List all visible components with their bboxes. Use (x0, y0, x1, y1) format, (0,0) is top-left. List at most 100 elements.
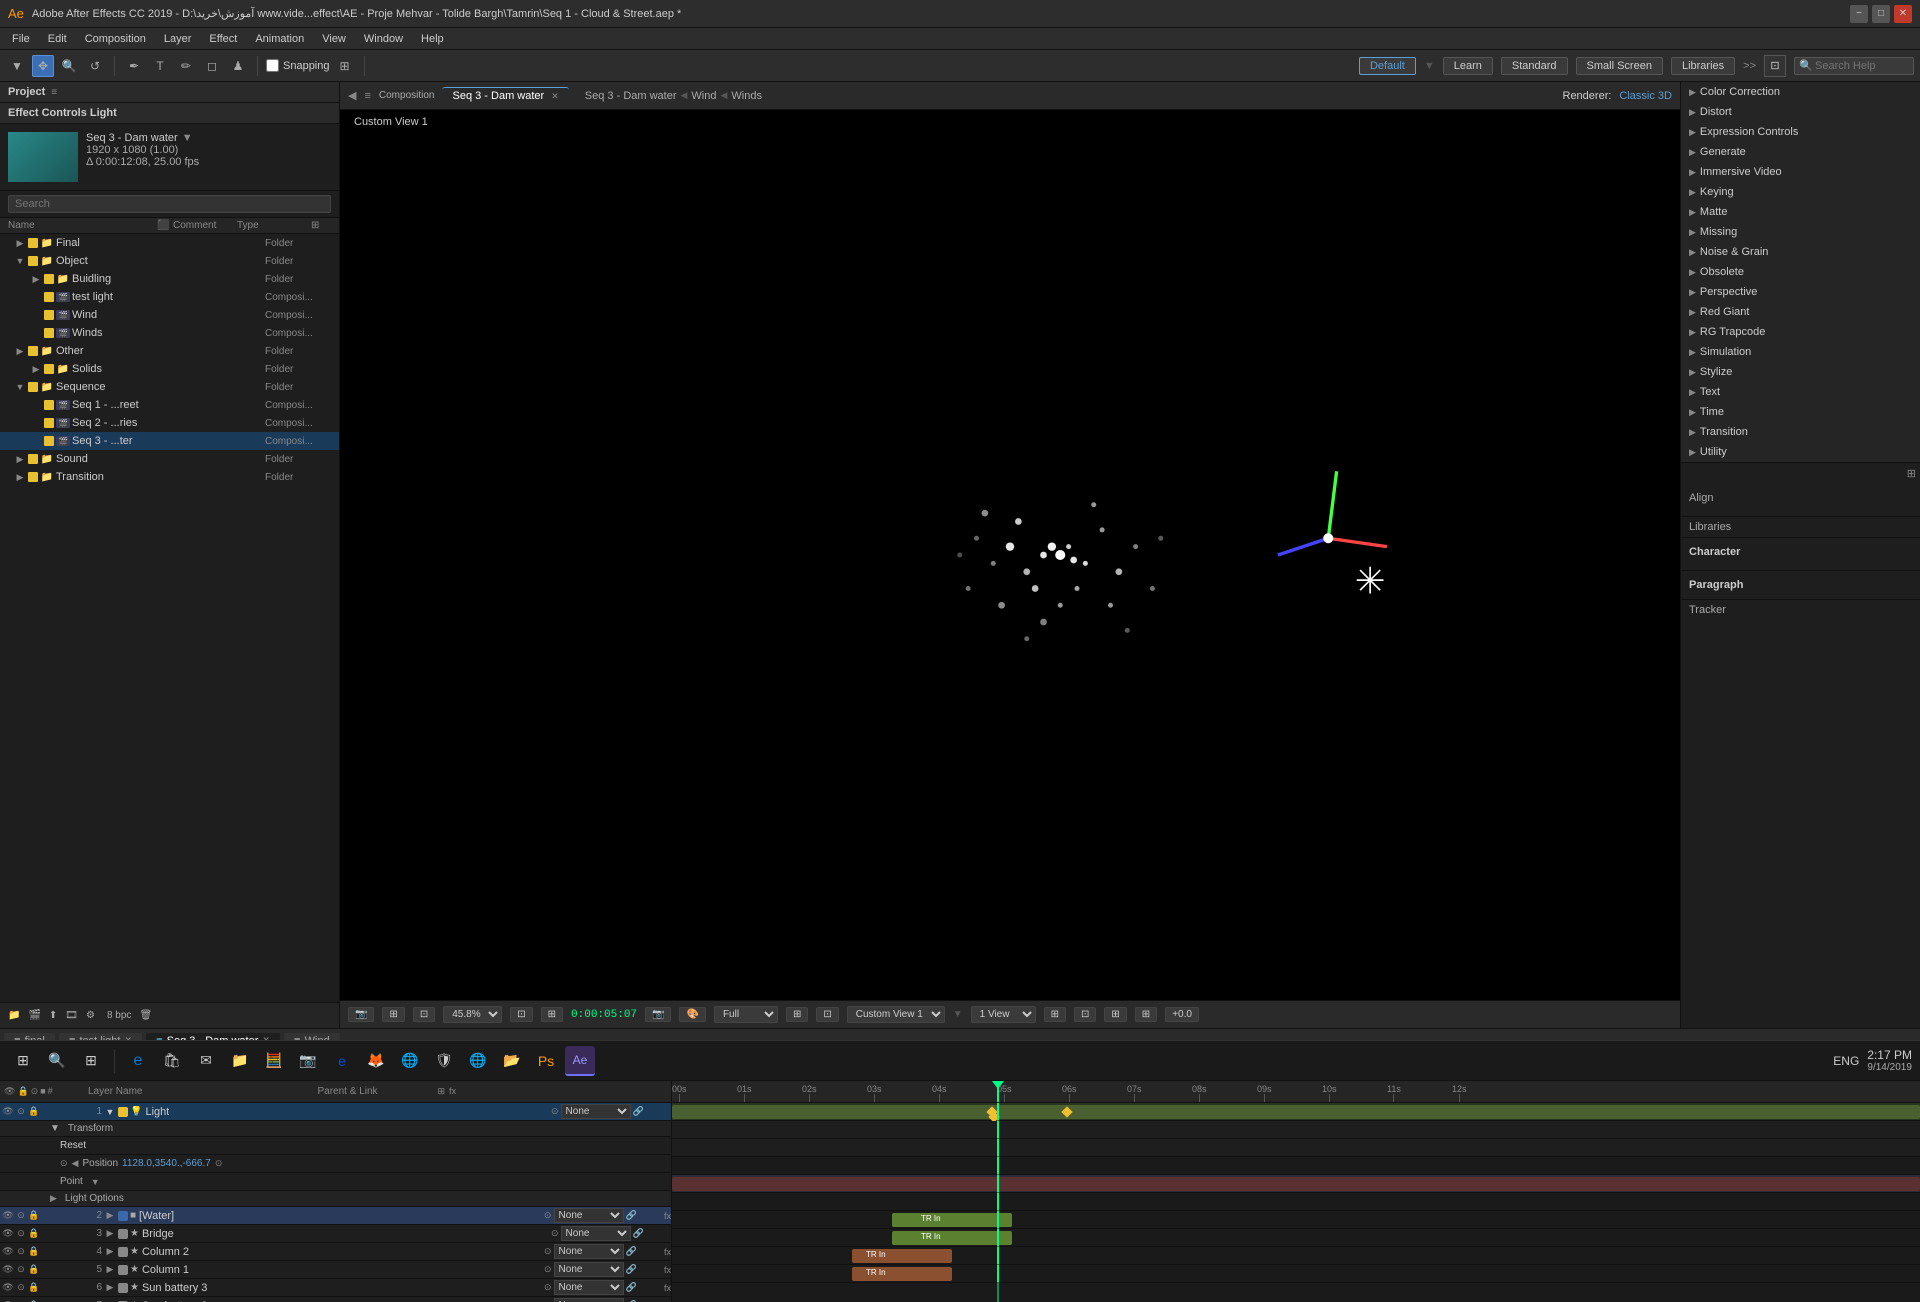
layer-2-parent-select[interactable]: None (554, 1208, 624, 1223)
time-header[interactable]: ▶ Time (1681, 402, 1920, 422)
layer-6-solo[interactable]: ⊙ (15, 1282, 27, 1294)
tool-puppet[interactable]: ♟ (227, 55, 249, 77)
vc-snap-btn[interactable]: ⊞ (541, 1007, 563, 1022)
tree-item-winds[interactable]: ▶ 🎬 Winds Composi... (0, 324, 339, 342)
utility-header[interactable]: ▶ Utility (1681, 442, 1920, 462)
color-correction-header[interactable]: ▶ Color Correction (1681, 82, 1920, 102)
layer-4-expand[interactable]: ▶ (104, 1246, 116, 1258)
layer-4-eye[interactable]: 👁 (2, 1246, 14, 1258)
layer-1-solo[interactable]: ⊙ (15, 1106, 27, 1118)
tree-item-seq1[interactable]: ▶ 🎬 Seq 1 - ...reet Composi... (0, 396, 339, 414)
taskbar-firefox[interactable]: 🦊 (361, 1046, 391, 1076)
vc-grid-btn[interactable]: ⊞ (382, 1007, 404, 1022)
layer-2-solo[interactable]: ⊙ (15, 1210, 27, 1222)
layer-row-2[interactable]: 👁 ⊙ 🔒 2 ▶ ■ [Water] ⊙ None 🔗 fx (0, 1207, 671, 1225)
immersive-video-header[interactable]: ▶ Immersive Video (1681, 162, 1920, 182)
workspace-small-screen[interactable]: Small Screen (1576, 57, 1663, 75)
vc-layout-select[interactable]: 1 View 2 Views 4 Views (971, 1006, 1036, 1023)
layer-5-eye[interactable]: 👁 (2, 1264, 14, 1276)
light-options-arrow[interactable]: ▶ (50, 1193, 57, 1204)
vc-alpha-btn[interactable]: ⊡ (816, 1007, 838, 1022)
layer-3-parent-select[interactable]: None (561, 1226, 631, 1241)
vc-render-btn[interactable]: ⊞ (1135, 1007, 1157, 1022)
missing-header[interactable]: ▶ Missing (1681, 222, 1920, 242)
taskbar-edge[interactable]: e (123, 1046, 153, 1076)
layer-5-solo[interactable]: ⊙ (15, 1264, 27, 1276)
tree-arrow-sound[interactable]: ▶ (14, 454, 26, 465)
transform-arrow[interactable]: ▼ (50, 1123, 60, 1134)
new-comp-btn[interactable]: 🎬 (28, 1010, 40, 1021)
point-dropdown[interactable]: ▼ (91, 1177, 100, 1187)
layer-5-fx-btn[interactable]: fx (664, 1265, 671, 1275)
vc-align-btn[interactable]: ⊡ (1074, 1007, 1096, 1022)
tree-arrow-sequence[interactable]: ▼ (14, 382, 26, 392)
vc-quality-select[interactable]: Full Half Quarter (714, 1006, 778, 1023)
layer-row-7[interactable]: 👁 ⊙ 🔒 7 ▶ ★ Sun battery 2 ⊙ None 🔗 fx (0, 1297, 671, 1302)
comp-dropdown-icon[interactable]: ▼ (182, 132, 193, 144)
obsolete-header[interactable]: ▶ Obsolete (1681, 262, 1920, 282)
vc-3d-btn[interactable]: ⊞ (1044, 1007, 1066, 1022)
taskbar-ie[interactable]: e (327, 1046, 357, 1076)
taskbar-store[interactable]: 🛍 (157, 1046, 187, 1076)
vc-fit-btn[interactable]: ⊡ (510, 1007, 532, 1022)
distort-header[interactable]: ▶ Distort (1681, 102, 1920, 122)
vc-layout-btn[interactable]: ⊡ (413, 1007, 435, 1022)
expression-controls-header[interactable]: ▶ Expression Controls (1681, 122, 1920, 142)
workspace-more[interactable]: >> (1743, 60, 1756, 72)
tool-zoom[interactable]: 🔍 (58, 55, 80, 77)
taskbar-net[interactable]: 🌐 (463, 1046, 493, 1076)
tree-item-object[interactable]: ▼ 📁 Object Folder (0, 252, 339, 270)
menu-composition[interactable]: Composition (77, 31, 154, 47)
taskbar-chrome[interactable]: 🌐 (395, 1046, 425, 1076)
layer-1-parent-select[interactable]: None (561, 1104, 631, 1119)
breadcrumb-seq3[interactable]: Seq 3 - Dam water (585, 90, 677, 102)
comp-tab-close-seq3[interactable]: ✕ (551, 91, 559, 101)
layer-1-lock[interactable]: 🔒 (28, 1106, 40, 1118)
menu-animation[interactable]: Animation (247, 31, 312, 47)
close-button[interactable]: ✕ (1894, 5, 1912, 23)
layer-row-6[interactable]: 👁 ⊙ 🔒 6 ▶ ★ Sun battery 3 ⊙ None 🔗 fx (0, 1279, 671, 1297)
taskbar-search[interactable]: 🔍 (42, 1046, 72, 1076)
layer-row-5[interactable]: 👁 ⊙ 🔒 5 ▶ ★ Column 1 ⊙ None 🔗 fx (0, 1261, 671, 1279)
vc-snap2-btn[interactable]: ⊞ (1104, 1007, 1126, 1022)
menu-file[interactable]: File (4, 31, 38, 47)
layer-6-lock[interactable]: 🔒 (28, 1282, 40, 1294)
tree-arrow-buidling[interactable]: ▶ (30, 274, 42, 285)
layer-4-fx-btn[interactable]: fx (664, 1247, 671, 1257)
noise-grain-header[interactable]: ▶ Noise & Grain (1681, 242, 1920, 262)
layer-5-lock[interactable]: 🔒 (28, 1264, 40, 1276)
taskbar-taskview[interactable]: ⊞ (76, 1046, 106, 1076)
flowchart-btn[interactable]: ⚙ (86, 1010, 95, 1021)
tool-text[interactable]: T (149, 55, 171, 77)
layer-3-eye[interactable]: 👁 (2, 1228, 14, 1240)
tree-item-sequence[interactable]: ▼ 📁 Sequence Folder (0, 378, 339, 396)
tree-item-sound[interactable]: ▶ 📁 Sound Folder (0, 450, 339, 468)
tool-camera-rotate[interactable]: ↺ (84, 55, 106, 77)
layer-1-expand[interactable]: ▼ (104, 1106, 116, 1118)
taskbar-calc[interactable]: 🧮 (259, 1046, 289, 1076)
layer-3-lock[interactable]: 🔒 (28, 1228, 40, 1240)
position-value[interactable]: 1128.0,3540.,-666.7 (122, 1158, 211, 1169)
layer-2-lock[interactable]: 🔒 (28, 1210, 40, 1222)
tree-item-test-light[interactable]: ▶ 🎬 test light Composi... (0, 288, 339, 306)
layer-2-expand[interactable]: ▶ (104, 1210, 116, 1222)
menu-effect[interactable]: Effect (201, 31, 245, 47)
text-header[interactable]: ▶ Text (1681, 382, 1920, 402)
tree-arrow-object[interactable]: ▼ (14, 256, 26, 266)
tool-move[interactable]: ✥ (32, 55, 54, 77)
tree-item-final[interactable]: ▶ 📁 Final Folder (0, 234, 339, 252)
tree-item-seq3[interactable]: ▶ 🎬 Seq 3 - ...ter Composi... (0, 432, 339, 450)
vc-camera-btn[interactable]: 📷 (348, 1007, 374, 1022)
generate-header[interactable]: ▶ Generate (1681, 142, 1920, 162)
comp-tab-seq3[interactable]: Seq 3 - Dam water ✕ (442, 87, 568, 104)
layer-1-eye[interactable]: 👁 (2, 1106, 14, 1118)
workspace-learn[interactable]: Learn (1443, 57, 1493, 75)
tree-item-transition-folder[interactable]: ▶ 📁 Transition Folder (0, 468, 339, 486)
tree-arrow-final[interactable]: ▶ (14, 238, 26, 249)
taskbar-folder2[interactable]: 📂 (497, 1046, 527, 1076)
vc-color-btn[interactable]: 🎨 (679, 1007, 705, 1022)
layer-5-expand[interactable]: ▶ (104, 1264, 116, 1276)
breadcrumb-winds[interactable]: Winds (731, 90, 762, 102)
footage-btn[interactable]: 🎞 (65, 1010, 78, 1021)
taskbar-explorer[interactable]: 📁 (225, 1046, 255, 1076)
